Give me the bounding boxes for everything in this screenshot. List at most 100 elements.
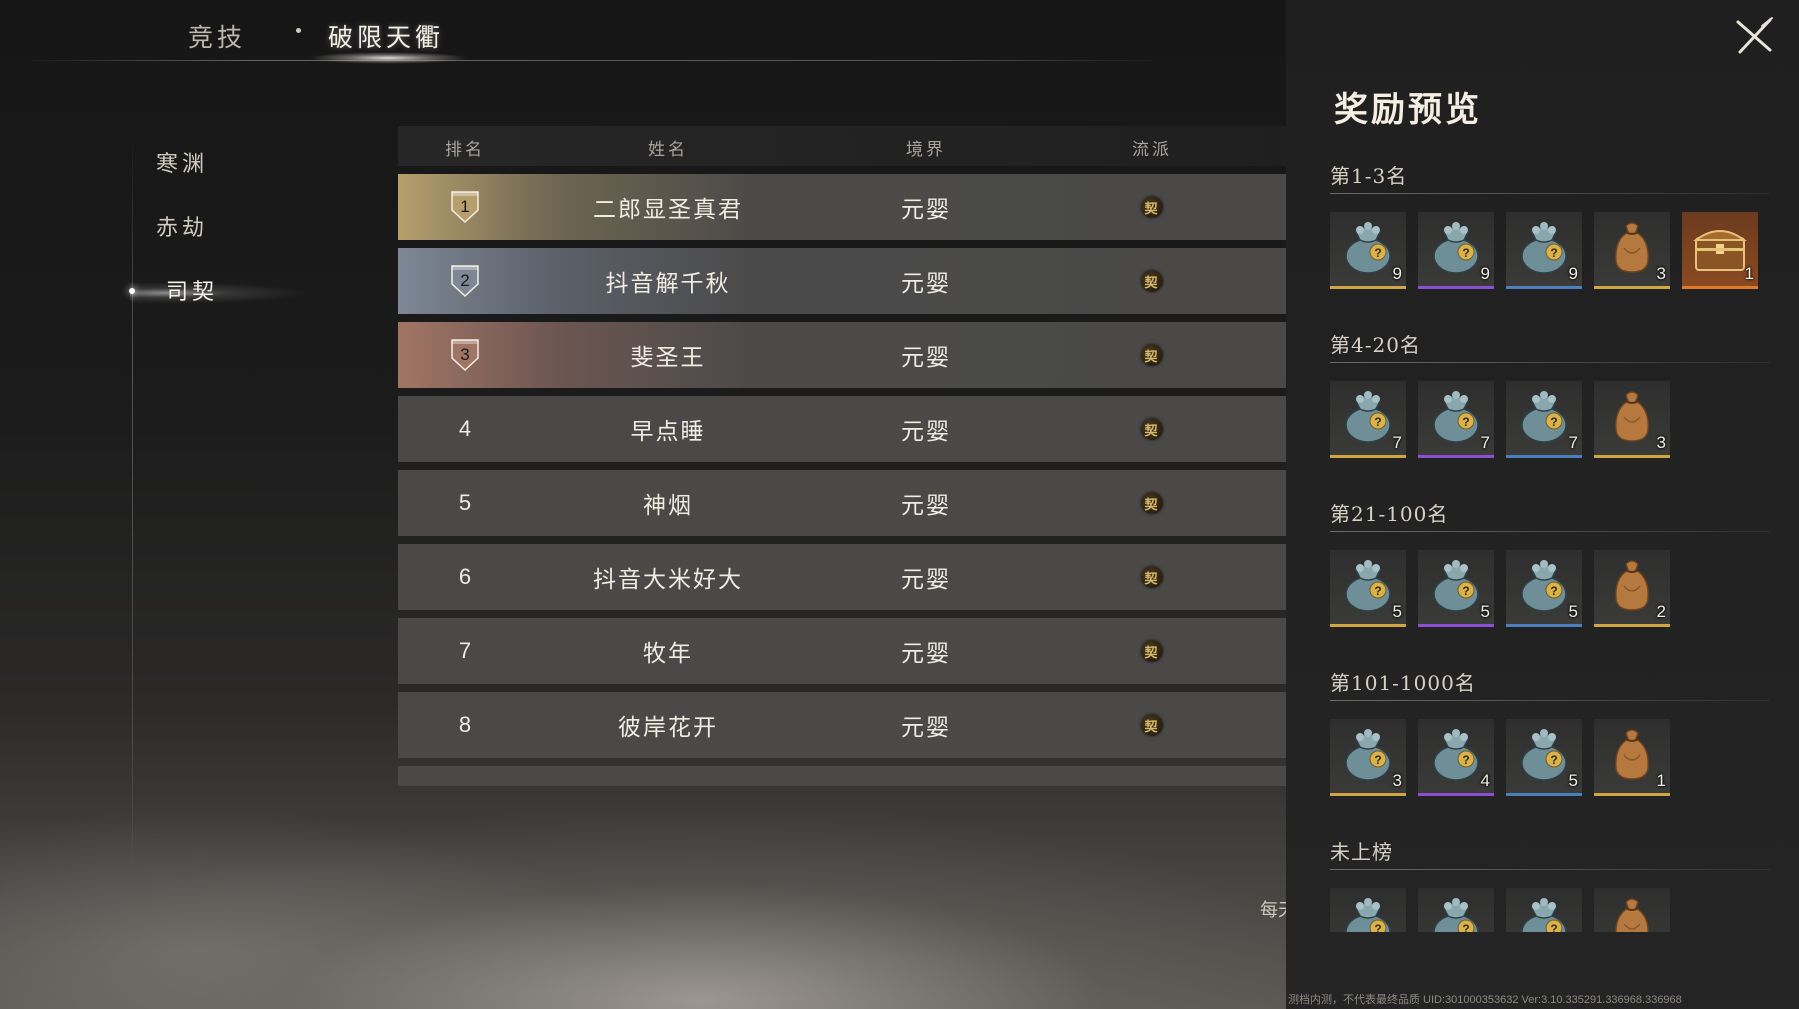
panel-title: 奖励预览 bbox=[1334, 90, 1482, 130]
svg-text:?: ? bbox=[1550, 753, 1557, 767]
pouch-icon[interactable]: 3 bbox=[1594, 212, 1670, 289]
player-realm: 元婴 bbox=[901, 493, 951, 519]
player-name: 牧年 bbox=[643, 641, 693, 667]
school-emblem-icon: 契 bbox=[1141, 418, 1163, 440]
ranking-table[interactable]: 排名 姓名 境界 流派 1 二郎显圣真君 元婴契 2 抖音解千秋 元婴契 3 斐圣王 元婴契 4 早… bbox=[398, 126, 1286, 786]
mystery-bag-icon[interactable]: ? 7 bbox=[1330, 381, 1406, 458]
player-realm: 元婴 bbox=[901, 271, 951, 297]
reward-item-row: ? 3? 4? 5 1 bbox=[1330, 719, 1780, 796]
rank-number: 5 bbox=[458, 490, 472, 515]
svg-text:?: ? bbox=[1462, 584, 1469, 598]
sidebar-line bbox=[132, 130, 133, 880]
sidebar-item-siqi[interactable]: 司契 bbox=[166, 274, 218, 306]
table-header: 排名 姓名 境界 流派 bbox=[398, 126, 1286, 166]
item-count: 5 bbox=[1480, 602, 1490, 621]
tab-breakthrough[interactable]: 破限天衢 bbox=[328, 18, 444, 54]
item-count: 5 bbox=[1392, 602, 1402, 621]
table-row[interactable]: 1 二郎显圣真君 元婴 契 bbox=[398, 174, 1286, 240]
school-emblem-icon: 契 bbox=[1141, 640, 1163, 662]
treasure-chest-icon[interactable]: 1 bbox=[1682, 212, 1758, 289]
school-emblem-icon: 契 bbox=[1141, 566, 1163, 588]
reward-item-row: ? 5? 5? 5 2 bbox=[1330, 550, 1780, 627]
player-name: 彼岸花开 bbox=[618, 715, 718, 741]
table-row[interactable]: 5 神烟 元婴 契 bbox=[398, 470, 1286, 536]
svg-text:3: 3 bbox=[460, 345, 469, 364]
pouch-icon[interactable]: 1 bbox=[1594, 719, 1670, 796]
mystery-bag-icon[interactable]: ? 4 bbox=[1418, 719, 1494, 796]
svg-text:?: ? bbox=[1550, 922, 1557, 932]
table-row[interactable]: 2 抖音解千秋 元婴 契 bbox=[398, 248, 1286, 314]
close-icon[interactable] bbox=[1732, 14, 1776, 58]
sidebar-selected-glow bbox=[130, 282, 310, 304]
player-realm: 元婴 bbox=[901, 715, 951, 741]
school-emblem-icon: 契 bbox=[1141, 714, 1163, 736]
tab-arena[interactable]: 竞技 bbox=[188, 18, 246, 54]
school-emblem-icon: 契 bbox=[1141, 196, 1163, 218]
mystery-bag-icon[interactable]: ? 9 bbox=[1418, 212, 1494, 289]
tier-label: 未上榜 bbox=[1330, 840, 1393, 864]
mystery-bag-icon[interactable]: ? bbox=[1330, 888, 1406, 932]
pouch-icon[interactable]: 3 bbox=[1594, 381, 1670, 458]
reward-tier: 第21-100名? 5? 5? 5 2 bbox=[1330, 498, 1780, 627]
mystery-bag-icon[interactable]: ? 9 bbox=[1506, 212, 1582, 289]
mystery-bag-icon[interactable]: ? 5 bbox=[1330, 550, 1406, 627]
player-name: 抖音大米好大 bbox=[593, 567, 743, 593]
svg-text:?: ? bbox=[1550, 246, 1557, 260]
player-name: 斐圣王 bbox=[630, 345, 706, 371]
mystery-bag-icon[interactable]: ? 5 bbox=[1506, 550, 1582, 627]
mystery-bag-icon[interactable]: ? 5 bbox=[1506, 719, 1582, 796]
tier-divider bbox=[1330, 869, 1770, 870]
header-school: 流派 bbox=[1132, 140, 1172, 160]
pouch-icon[interactable] bbox=[1594, 888, 1670, 932]
table-row-partial[interactable] bbox=[398, 766, 1286, 786]
svg-text:1: 1 bbox=[460, 197, 469, 216]
reward-item-row: ? 9? 9? 9 3 1 bbox=[1330, 212, 1780, 289]
category-sidebar: 寒渊 赤劫 司契 bbox=[129, 130, 340, 880]
mystery-bag-icon[interactable]: ? 5 bbox=[1418, 550, 1494, 627]
top-tab-bar: 竞技 破限天衢 bbox=[20, 14, 1170, 64]
sidebar-item-hanyuan[interactable]: 寒渊 bbox=[156, 146, 208, 178]
mystery-bag-icon[interactable]: ? 7 bbox=[1418, 381, 1494, 458]
rank-number: 7 bbox=[458, 638, 472, 663]
svg-text:?: ? bbox=[1462, 415, 1469, 429]
school-emblem-icon: 契 bbox=[1141, 344, 1163, 366]
tab-separator-dot bbox=[296, 28, 301, 33]
table-row[interactable]: 3 斐圣王 元婴 契 bbox=[398, 322, 1286, 388]
tier-label: 第101-1000名 bbox=[1330, 671, 1476, 695]
item-count: 3 bbox=[1656, 264, 1666, 283]
player-realm: 元婴 bbox=[901, 197, 951, 223]
tier-label: 第4-20名 bbox=[1330, 333, 1421, 357]
rank-number: 8 bbox=[458, 712, 472, 737]
table-row[interactable]: 4 早点睡 元婴 契 bbox=[398, 396, 1286, 462]
reward-item-row: ? 7? 7? 7 3 bbox=[1330, 381, 1780, 458]
svg-text:?: ? bbox=[1374, 753, 1381, 767]
mystery-bag-icon[interactable]: ? 7 bbox=[1506, 381, 1582, 458]
mystery-bag-icon[interactable]: ? bbox=[1506, 888, 1582, 932]
mystery-bag-icon[interactable]: ? 9 bbox=[1330, 212, 1406, 289]
item-count: 3 bbox=[1656, 433, 1666, 452]
svg-text:?: ? bbox=[1462, 753, 1469, 767]
item-count: 7 bbox=[1392, 433, 1402, 452]
table-row[interactable]: 8 彼岸花开 元婴 契 bbox=[398, 692, 1286, 758]
reward-tier: 未上榜??? bbox=[1330, 836, 1780, 932]
tier-divider bbox=[1330, 531, 1770, 532]
mystery-bag-icon[interactable]: ? bbox=[1418, 888, 1494, 932]
sidebar-item-chijie[interactable]: 赤劫 bbox=[156, 210, 208, 242]
pouch-icon[interactable]: 2 bbox=[1594, 550, 1670, 627]
svg-text:?: ? bbox=[1374, 584, 1381, 598]
item-count: 9 bbox=[1568, 264, 1578, 283]
mystery-bag-icon[interactable]: ? 3 bbox=[1330, 719, 1406, 796]
item-count: 4 bbox=[1480, 771, 1490, 790]
rank-badge-icon: 2 bbox=[449, 264, 481, 298]
reward-tier: 第1-3名? 9? 9? 9 3 1 bbox=[1330, 160, 1780, 289]
player-name: 早点睡 bbox=[630, 419, 706, 445]
item-count: 7 bbox=[1568, 433, 1578, 452]
table-body: 1 二郎显圣真君 元婴契 2 抖音解千秋 元婴契 3 斐圣王 元婴契 4 早点睡 元婴契 5 神烟 元婴契 6… bbox=[398, 174, 1286, 786]
tier-label: 第1-3名 bbox=[1330, 164, 1408, 188]
player-name: 二郎显圣真君 bbox=[593, 197, 743, 223]
table-row[interactable]: 7 牧年 元婴 契 bbox=[398, 618, 1286, 684]
reward-tier: 第4-20名? 7? 7? 7 3 bbox=[1330, 329, 1780, 458]
table-row[interactable]: 6 抖音大米好大 元婴 契 bbox=[398, 544, 1286, 610]
svg-text:?: ? bbox=[1550, 584, 1557, 598]
player-realm: 元婴 bbox=[901, 567, 951, 593]
